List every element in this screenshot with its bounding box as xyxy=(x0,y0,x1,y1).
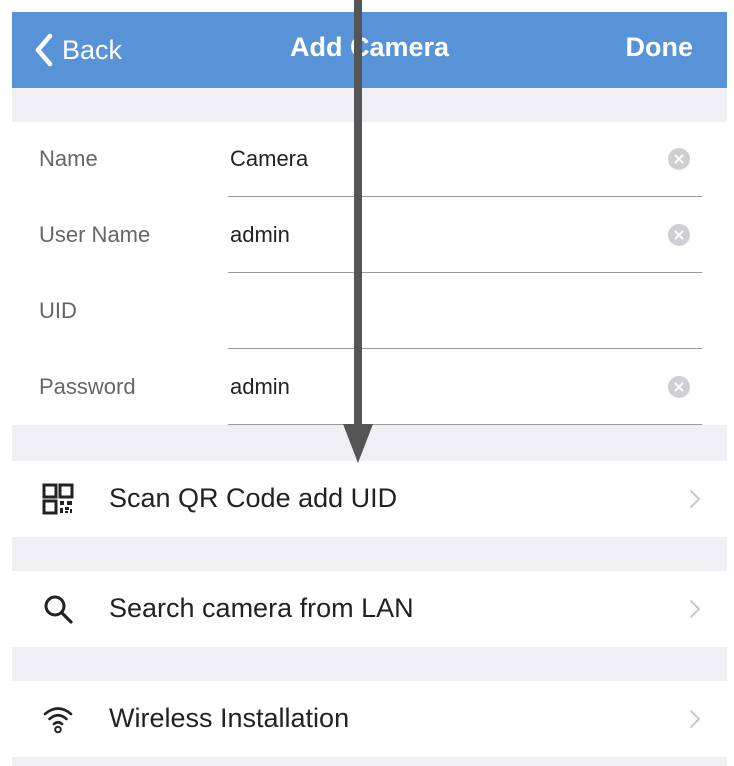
wireless-installation-row[interactable]: Wireless Installation xyxy=(12,681,727,757)
username-input[interactable] xyxy=(230,220,640,250)
wireless-installation-label: Wireless Installation xyxy=(109,703,350,733)
username-label: User Name xyxy=(39,222,151,247)
uid-input[interactable] xyxy=(230,296,640,326)
uid-label: UID xyxy=(39,298,77,323)
search-lan-row[interactable]: Search camera from LAN xyxy=(12,571,727,647)
username-field xyxy=(228,198,702,273)
camera-form: Name User Name UID Password xyxy=(12,122,727,425)
username-clear-icon[interactable] xyxy=(668,224,690,246)
add-camera-screen: Back Add Camera Done Name User Name UID xyxy=(12,12,727,766)
scan-qr-code-row[interactable]: Scan QR Code add UID xyxy=(12,461,727,537)
chevron-left-icon xyxy=(35,33,53,67)
name-clear-icon[interactable] xyxy=(668,148,690,170)
password-input[interactable] xyxy=(230,372,640,402)
chevron-right-icon xyxy=(690,600,700,618)
search-lan-label: Search camera from LAN xyxy=(109,593,414,623)
password-label: Password xyxy=(39,374,136,399)
name-input[interactable] xyxy=(230,144,640,174)
scan-qr-code-label: Scan QR Code add UID xyxy=(109,483,398,513)
chevron-right-icon xyxy=(690,490,700,508)
qr-code-icon xyxy=(42,483,74,515)
uid-row: UID xyxy=(12,274,727,350)
password-clear-icon[interactable] xyxy=(668,376,690,398)
password-field xyxy=(228,350,702,425)
wifi-icon xyxy=(43,707,73,734)
uid-field xyxy=(228,274,702,349)
back-label: Back xyxy=(62,34,123,65)
search-icon xyxy=(44,595,73,624)
done-button[interactable]: Done xyxy=(626,32,694,63)
username-row: User Name xyxy=(12,198,727,274)
name-label: Name xyxy=(39,146,98,171)
back-button[interactable]: Back xyxy=(34,30,122,70)
chevron-right-icon xyxy=(690,710,700,728)
password-row: Password xyxy=(12,350,727,426)
navigation-bar: Back Add Camera Done xyxy=(12,12,727,88)
name-row: Name xyxy=(12,122,727,198)
name-field xyxy=(228,122,702,197)
